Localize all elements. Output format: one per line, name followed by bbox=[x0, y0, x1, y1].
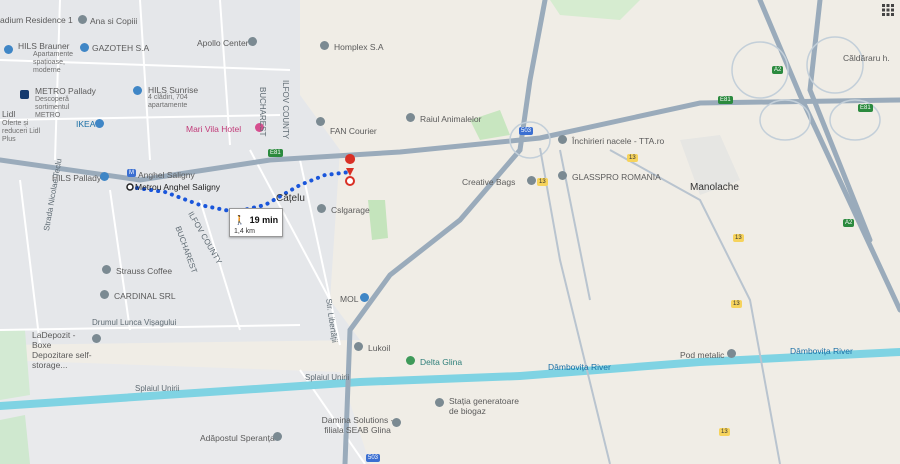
place-label-lukoil[interactable]: Lukoil bbox=[368, 343, 390, 353]
place-label-cardinal[interactable]: CARDINAL SRL bbox=[114, 291, 176, 301]
place-label-apollo[interactable]: Apollo Center bbox=[197, 38, 249, 48]
park-area-south bbox=[0, 415, 30, 464]
place-sub-lidl: Oferte și reduceri Lidl Plus bbox=[2, 120, 41, 143]
poi-icon[interactable] bbox=[102, 265, 111, 274]
poi-icon[interactable] bbox=[100, 290, 109, 299]
place-label-anghel[interactable]: Anghel Saligny bbox=[138, 170, 195, 180]
place-label-mari-vila[interactable]: Mari Vila Hotel bbox=[186, 124, 241, 134]
park-icon[interactable] bbox=[406, 356, 415, 365]
place-label-gazoteh[interactable]: GAZOTEH S.A bbox=[92, 43, 149, 53]
road-label-splaiul-2: Splaiul Unirii bbox=[305, 373, 350, 382]
place-label-cslgarage[interactable]: Cslgarage bbox=[331, 205, 370, 215]
metro-store-icon[interactable] bbox=[20, 90, 29, 99]
building-icon[interactable] bbox=[80, 43, 89, 52]
route-distance: 1,4 km bbox=[234, 228, 256, 235]
place-sub-hils-brauner: Apartamente spațioase, moderne bbox=[33, 51, 74, 74]
road-shield-e81: E81 bbox=[858, 104, 873, 112]
poi-icon[interactable] bbox=[78, 15, 87, 24]
poi-icon[interactable] bbox=[316, 117, 325, 126]
place-label-creative[interactable]: Creative Bags bbox=[462, 177, 515, 187]
poi-icon[interactable] bbox=[558, 171, 567, 180]
place-label-lidl[interactable]: Lidl bbox=[2, 109, 15, 119]
river-label-2: Dâmbovița River bbox=[548, 362, 611, 372]
town-label-catelu[interactable]: Cățelu bbox=[276, 194, 305, 204]
shopping-icon[interactable] bbox=[95, 119, 104, 128]
place-label-fan-courier[interactable]: FAN Courier bbox=[330, 126, 377, 136]
road-shield-e81: E81 bbox=[718, 96, 733, 104]
road-shield-13: 13 bbox=[733, 234, 744, 242]
building-icon[interactable] bbox=[133, 86, 142, 95]
place-label-strauss[interactable]: Strauss Coffee bbox=[116, 266, 172, 276]
destination-pin-icon bbox=[345, 154, 356, 164]
route-duration: 19 min bbox=[249, 215, 279, 225]
poi-icon[interactable] bbox=[273, 432, 282, 441]
place-label-homplex[interactable]: Homplex S.A bbox=[334, 42, 384, 52]
place-label-raiul[interactable]: Raiul Animalelor bbox=[420, 114, 481, 124]
place-label-ana[interactable]: Ana si Copiii bbox=[90, 16, 137, 26]
poi-icon[interactable] bbox=[392, 418, 401, 427]
place-label-delta[interactable]: Delta Glina bbox=[420, 357, 462, 367]
road-shield-503: 503 bbox=[519, 127, 534, 135]
poi-icon[interactable] bbox=[435, 398, 444, 407]
poi-icon[interactable] bbox=[248, 37, 257, 46]
poi-icon[interactable] bbox=[406, 113, 415, 122]
place-sub-metro-pallady: Descoperă sortimentul METRO bbox=[35, 96, 70, 119]
poi-icon[interactable] bbox=[320, 41, 329, 50]
road-shield-13: 13 bbox=[627, 154, 638, 162]
place-label-pod[interactable]: Pod metalic bbox=[680, 350, 724, 360]
building-icon[interactable] bbox=[100, 172, 109, 181]
route-start-marker bbox=[126, 183, 134, 191]
road-shield-13: 13 bbox=[719, 428, 730, 436]
place-label-ladepozit[interactable]: LaDepozit - Boxe Depozitare self-storage… bbox=[32, 330, 92, 370]
place-label-caldararu[interactable]: Căldăraru h. bbox=[843, 53, 890, 63]
walking-icon: 🚶 bbox=[234, 215, 246, 225]
road-shield-503: 503 bbox=[366, 454, 381, 462]
apps-grid-icon[interactable] bbox=[882, 4, 894, 16]
route-duration-callout[interactable]: 🚶 19 min 1,4 km bbox=[229, 208, 284, 237]
place-label-ikea[interactable]: IKEA bbox=[76, 119, 95, 129]
place-label-glasspro[interactable]: GLASSPRO ROMANIA bbox=[572, 172, 661, 182]
route-end-ring bbox=[345, 176, 355, 186]
town-label-manolache[interactable]: Manolache bbox=[690, 183, 739, 193]
gas-station-icon[interactable] bbox=[360, 293, 369, 302]
map-canvas[interactable] bbox=[0, 0, 900, 464]
place-label-stadium[interactable]: adium Residence 1 bbox=[0, 15, 73, 25]
poi-icon[interactable] bbox=[727, 349, 736, 358]
road-shield-a2: A2 bbox=[843, 219, 855, 227]
poi-icon[interactable] bbox=[92, 334, 101, 343]
place-label-metro-pallady[interactable]: METRO Pallady bbox=[35, 86, 96, 96]
road-shield-e81: E81 bbox=[268, 149, 283, 157]
river-label-1: Dâmbovița River bbox=[790, 346, 853, 356]
place-label-inchirieri[interactable]: Închirieri nacele - TTA.ro bbox=[572, 136, 664, 146]
poi-icon[interactable] bbox=[527, 176, 536, 185]
building-icon[interactable] bbox=[4, 45, 13, 54]
metro-station-icon[interactable]: M bbox=[127, 169, 136, 177]
road-shield-a2: A2 bbox=[772, 66, 784, 74]
place-label-statia[interactable]: Stația generatoare de biogaz bbox=[449, 396, 524, 416]
place-label-damina[interactable]: Damina Solutions - filiala SEAB Glina bbox=[320, 415, 395, 435]
road-label-ilfov-1: ILFOV COUNTY bbox=[281, 80, 290, 140]
place-label-hils-brauner[interactable]: HILS Brauner bbox=[18, 41, 70, 51]
place-label-mol[interactable]: MOL bbox=[340, 294, 358, 304]
poi-icon[interactable] bbox=[354, 342, 363, 351]
road-shield-13: 13 bbox=[537, 178, 548, 186]
road-label-splaiul-1: Splaiul Unirii bbox=[135, 384, 180, 393]
place-label-adapostul[interactable]: Adăpostul Speranța bbox=[200, 433, 275, 443]
road-shield-13: 13 bbox=[731, 300, 742, 308]
poi-icon[interactable] bbox=[317, 204, 326, 213]
poi-icon[interactable] bbox=[558, 135, 567, 144]
place-sub-hils-sunrise: 4 clădiri, 704 apartamente bbox=[148, 94, 188, 109]
road-label-lunca: Drumul Lunca Vișagului bbox=[92, 318, 177, 327]
route-start-label[interactable]: Metrou Anghel Saligny bbox=[135, 182, 220, 192]
park-area bbox=[0, 330, 30, 400]
road-label-bucharest-1: BUCHAREST bbox=[258, 87, 267, 137]
